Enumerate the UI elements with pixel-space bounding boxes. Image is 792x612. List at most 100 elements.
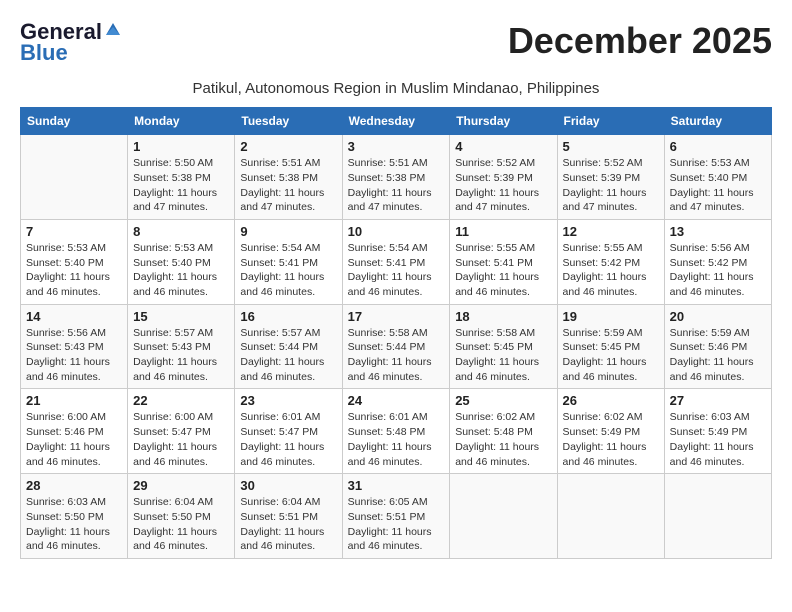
calendar-cell: 22 Sunrise: 6:00 AM Sunset: 5:47 PM Dayli… [128, 389, 235, 474]
col-header-thursday: Thursday [450, 108, 557, 135]
calendar-cell: 4 Sunrise: 5:52 AM Sunset: 5:39 PM Daylig… [450, 135, 557, 220]
col-header-monday: Monday [128, 108, 235, 135]
day-info: Sunrise: 5:55 AM Sunset: 5:41 PM Dayligh… [455, 241, 551, 300]
day-info: Sunrise: 6:02 AM Sunset: 5:48 PM Dayligh… [455, 410, 551, 469]
calendar-week-row: 28 Sunrise: 6:03 AM Sunset: 5:50 PM Dayli… [21, 474, 772, 559]
day-number: 30 [240, 478, 336, 493]
calendar-cell [557, 474, 664, 559]
day-info: Sunrise: 5:54 AM Sunset: 5:41 PM Dayligh… [348, 241, 445, 300]
calendar-cell: 1 Sunrise: 5:50 AM Sunset: 5:38 PM Daylig… [128, 135, 235, 220]
calendar-cell: 31Sunrise: 6:05 AM Sunset: 5:51 PM Dayli… [342, 474, 450, 559]
day-number: 26 [563, 393, 659, 408]
day-number: 7 [26, 224, 122, 239]
day-info: Sunrise: 5:52 AM Sunset: 5:39 PM Dayligh… [455, 156, 551, 215]
calendar-cell: 28 Sunrise: 6:03 AM Sunset: 5:50 PM Dayli… [21, 474, 128, 559]
day-number: 10 [348, 224, 445, 239]
day-number: 16 [240, 309, 336, 324]
calendar-cell: 17 Sunrise: 5:58 AM Sunset: 5:44 PM Dayli… [342, 304, 450, 389]
calendar-cell: 27Sunrise: 6:03 AM Sunset: 5:49 PM Dayli… [664, 389, 771, 474]
day-info: Sunrise: 6:04 AM Sunset: 5:51 PM Dayligh… [240, 495, 336, 554]
calendar-week-row: 14Sunrise: 5:56 AM Sunset: 5:43 PM Dayli… [21, 304, 772, 389]
calendar-cell: 3Sunrise: 5:51 AM Sunset: 5:38 PM Daylig… [342, 135, 450, 220]
day-number: 5 [563, 139, 659, 154]
calendar-cell: 25 Sunrise: 6:02 AM Sunset: 5:48 PM Dayli… [450, 389, 557, 474]
day-info: Sunrise: 6:00 AM Sunset: 5:47 PM Dayligh… [133, 410, 229, 469]
day-info: Sunrise: 6:01 AM Sunset: 5:48 PM Dayligh… [348, 410, 445, 469]
day-number: 15 [133, 309, 229, 324]
calendar-cell: 2 Sunrise: 5:51 AM Sunset: 5:38 PM Daylig… [235, 135, 342, 220]
day-info: Sunrise: 5:57 AM Sunset: 5:43 PM Dayligh… [133, 326, 229, 385]
day-info: Sunrise: 5:55 AM Sunset: 5:42 PM Dayligh… [563, 241, 659, 300]
calendar-cell: 12 Sunrise: 5:55 AM Sunset: 5:42 PM Dayli… [557, 219, 664, 304]
calendar-cell: 16 Sunrise: 5:57 AM Sunset: 5:44 PM Dayli… [235, 304, 342, 389]
day-number: 17 [348, 309, 445, 324]
calendar-header-row: SundayMondayTuesdayWednesdayThursdayFrid… [21, 108, 772, 135]
day-info: Sunrise: 6:01 AM Sunset: 5:47 PM Dayligh… [240, 410, 336, 469]
day-info: Sunrise: 5:50 AM Sunset: 5:38 PM Dayligh… [133, 156, 229, 215]
day-number: 4 [455, 139, 551, 154]
calendar-cell: 14Sunrise: 5:56 AM Sunset: 5:43 PM Dayli… [21, 304, 128, 389]
day-info: Sunrise: 5:56 AM Sunset: 5:43 PM Dayligh… [26, 326, 122, 385]
day-info: Sunrise: 5:52 AM Sunset: 5:39 PM Dayligh… [563, 156, 659, 215]
month-year: December 2025 [508, 20, 772, 62]
top-row: General Blue December 2025 [20, 20, 772, 76]
calendar-cell: 23 Sunrise: 6:01 AM Sunset: 5:47 PM Dayli… [235, 389, 342, 474]
calendar-cell: 5 Sunrise: 5:52 AM Sunset: 5:39 PM Daylig… [557, 135, 664, 220]
day-number: 22 [133, 393, 229, 408]
day-number: 1 [133, 139, 229, 154]
calendar-cell: 6Sunrise: 5:53 AM Sunset: 5:40 PM Daylig… [664, 135, 771, 220]
calendar-cell: 8 Sunrise: 5:53 AM Sunset: 5:40 PM Daylig… [128, 219, 235, 304]
calendar-cell: 15 Sunrise: 5:57 AM Sunset: 5:43 PM Dayli… [128, 304, 235, 389]
day-number: 23 [240, 393, 336, 408]
logo: General Blue [20, 20, 122, 66]
day-info: Sunrise: 6:03 AM Sunset: 5:50 PM Dayligh… [26, 495, 122, 554]
calendar-cell: 24 Sunrise: 6:01 AM Sunset: 5:48 PM Dayli… [342, 389, 450, 474]
day-number: 8 [133, 224, 229, 239]
day-number: 13 [670, 224, 766, 239]
day-info: Sunrise: 5:57 AM Sunset: 5:44 PM Dayligh… [240, 326, 336, 385]
day-info: Sunrise: 5:53 AM Sunset: 5:40 PM Dayligh… [670, 156, 766, 215]
calendar-cell: 9 Sunrise: 5:54 AM Sunset: 5:41 PM Daylig… [235, 219, 342, 304]
calendar-cell: 30 Sunrise: 6:04 AM Sunset: 5:51 PM Dayli… [235, 474, 342, 559]
day-number: 20 [670, 309, 766, 324]
calendar-week-row: 21 Sunrise: 6:00 AM Sunset: 5:46 PM Dayli… [21, 389, 772, 474]
day-number: 28 [26, 478, 122, 493]
calendar-cell: 13 Sunrise: 5:56 AM Sunset: 5:42 PM Dayli… [664, 219, 771, 304]
day-number: 9 [240, 224, 336, 239]
calendar-cell [664, 474, 771, 559]
day-info: Sunrise: 6:00 AM Sunset: 5:46 PM Dayligh… [26, 410, 122, 469]
logo-icon [104, 21, 122, 39]
calendar-cell: 20 Sunrise: 5:59 AM Sunset: 5:46 PM Dayli… [664, 304, 771, 389]
calendar-cell: 29 Sunrise: 6:04 AM Sunset: 5:50 PM Dayli… [128, 474, 235, 559]
calendar-cell: 26Sunrise: 6:02 AM Sunset: 5:49 PM Dayli… [557, 389, 664, 474]
day-number: 21 [26, 393, 122, 408]
col-header-tuesday: Tuesday [235, 108, 342, 135]
calendar-cell: 11 Sunrise: 5:55 AM Sunset: 5:41 PM Dayli… [450, 219, 557, 304]
title-section: December 2025 [508, 20, 772, 62]
day-info: Sunrise: 5:51 AM Sunset: 5:38 PM Dayligh… [240, 156, 336, 215]
day-number: 19 [563, 309, 659, 324]
calendar-cell: 21 Sunrise: 6:00 AM Sunset: 5:46 PM Dayli… [21, 389, 128, 474]
calendar-cell: 7Sunrise: 5:53 AM Sunset: 5:40 PM Daylig… [21, 219, 128, 304]
calendar-week-row: 1 Sunrise: 5:50 AM Sunset: 5:38 PM Daylig… [21, 135, 772, 220]
calendar-cell [21, 135, 128, 220]
day-number: 25 [455, 393, 551, 408]
day-info: Sunrise: 6:03 AM Sunset: 5:49 PM Dayligh… [670, 410, 766, 469]
day-number: 12 [563, 224, 659, 239]
day-info: Sunrise: 5:54 AM Sunset: 5:41 PM Dayligh… [240, 241, 336, 300]
col-header-saturday: Saturday [664, 108, 771, 135]
calendar-cell: 19 Sunrise: 5:59 AM Sunset: 5:45 PM Dayli… [557, 304, 664, 389]
day-number: 11 [455, 224, 551, 239]
day-info: Sunrise: 5:58 AM Sunset: 5:45 PM Dayligh… [455, 326, 551, 385]
day-info: Sunrise: 5:59 AM Sunset: 5:45 PM Dayligh… [563, 326, 659, 385]
calendar-cell: 18 Sunrise: 5:58 AM Sunset: 5:45 PM Dayli… [450, 304, 557, 389]
day-info: Sunrise: 5:59 AM Sunset: 5:46 PM Dayligh… [670, 326, 766, 385]
day-info: Sunrise: 6:04 AM Sunset: 5:50 PM Dayligh… [133, 495, 229, 554]
day-info: Sunrise: 5:53 AM Sunset: 5:40 PM Dayligh… [133, 241, 229, 300]
day-info: Sunrise: 5:58 AM Sunset: 5:44 PM Dayligh… [348, 326, 445, 385]
day-number: 29 [133, 478, 229, 493]
day-number: 18 [455, 309, 551, 324]
day-info: Sunrise: 5:56 AM Sunset: 5:42 PM Dayligh… [670, 241, 766, 300]
day-number: 2 [240, 139, 336, 154]
day-number: 24 [348, 393, 445, 408]
